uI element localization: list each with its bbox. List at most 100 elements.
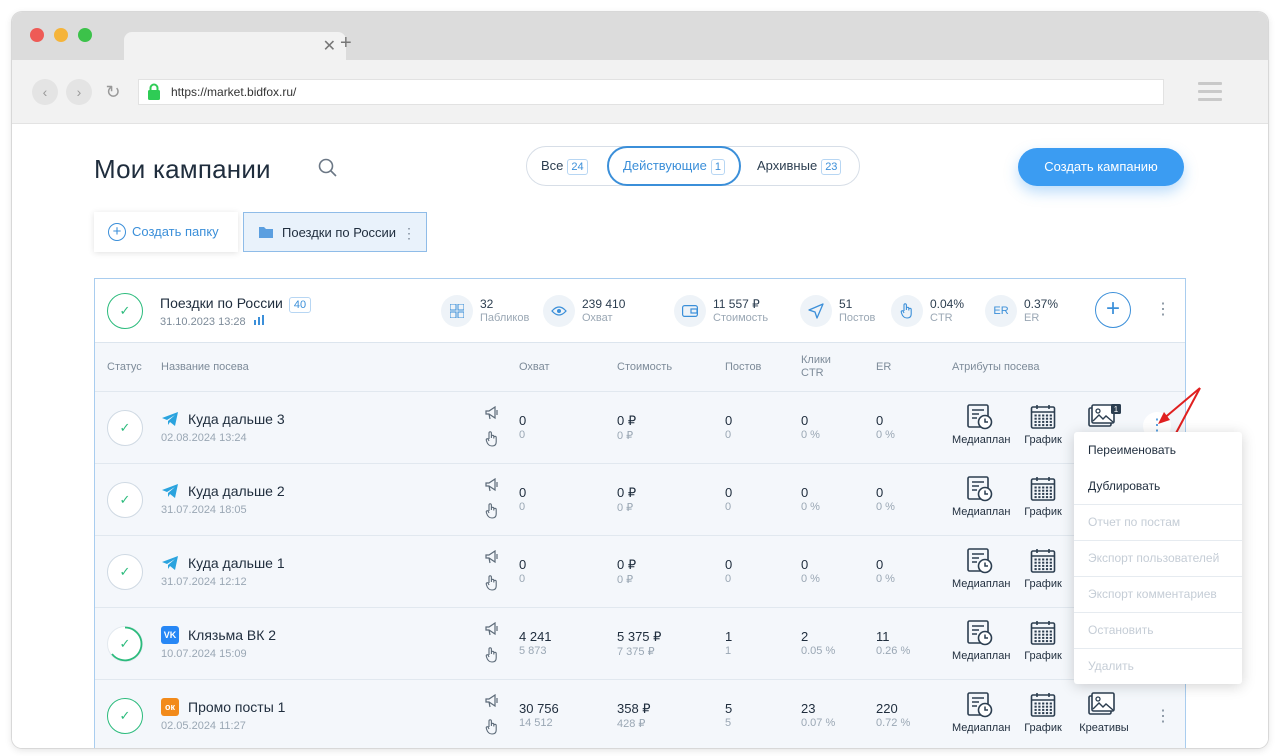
- url-text: https://market.bidfox.ru/: [171, 85, 297, 99]
- minimize-window-icon[interactable]: [54, 28, 68, 42]
- seeding-name[interactable]: Куда дальше 1: [188, 555, 285, 571]
- calendar-icon: [1021, 548, 1065, 574]
- mediaplan-label: Медиаплан: [952, 506, 1011, 518]
- filter-all[interactable]: Все 24: [541, 147, 588, 185]
- cell-er: 0: [876, 557, 884, 572]
- table-row[interactable]: ✓ ок Промо посты 1 02.05.2024 11:27 30 756 14…: [95, 679, 1185, 748]
- folder-icon: [259, 227, 273, 238]
- url-input[interactable]: https://market.bidfox.ru/: [138, 79, 1164, 105]
- cell-er: 0: [876, 413, 884, 428]
- filter-active[interactable]: Действующие 1: [607, 146, 741, 186]
- creatives-label: Креативы: [1079, 722, 1129, 734]
- create-folder-button[interactable]: + Создать папку: [94, 212, 238, 252]
- menu-item[interactable]: Дублировать: [1074, 468, 1242, 504]
- mediaplan-attribute[interactable]: Медиаплан: [952, 404, 1010, 446]
- cell-posts-sub: 5: [725, 717, 732, 729]
- schedule-attribute[interactable]: График: [1021, 404, 1065, 446]
- header-cost: Стоимость: [617, 361, 673, 373]
- browser-titlebar: ✕ +: [12, 12, 1268, 60]
- schedule-attribute[interactable]: График: [1021, 620, 1065, 662]
- filter-archived[interactable]: Архивные 23: [757, 147, 842, 185]
- calendar-icon: [1021, 476, 1065, 502]
- lock-icon: [148, 83, 160, 100]
- menu-item: Экспорт комментариев: [1088, 587, 1217, 601]
- maximize-window-icon[interactable]: [78, 28, 92, 42]
- cell-posts-sub: 0: [725, 573, 732, 585]
- header-name: Название посева: [161, 361, 249, 373]
- cell-posts: 0: [725, 413, 733, 428]
- stat-value: 11 557 ₽: [713, 297, 760, 311]
- cell-clicks-sub: 0 %: [801, 501, 820, 513]
- mediaplan-attribute[interactable]: Медиаплан: [952, 620, 1010, 662]
- new-tab-icon[interactable]: +: [340, 32, 352, 55]
- seeding-name[interactable]: Куда дальше 3: [188, 411, 285, 427]
- cell-cost-sub: 0 ₽: [617, 430, 634, 442]
- click-icon[interactable]: [485, 575, 499, 591]
- seeding-date: 31.07.2024 18:05: [161, 504, 247, 516]
- megaphone-icon[interactable]: [485, 549, 499, 564]
- seeding-name[interactable]: Промо посты 1: [188, 699, 285, 715]
- campaign-more-icon[interactable]: ⋮: [1155, 299, 1171, 319]
- click-icon[interactable]: [485, 719, 499, 735]
- schedule-attribute[interactable]: График: [1021, 692, 1065, 734]
- cell-reach-sub: 0: [519, 501, 526, 513]
- header-clicks: Клики CTR: [801, 354, 831, 380]
- megaphone-icon[interactable]: [485, 477, 499, 492]
- back-icon[interactable]: ‹: [32, 79, 58, 105]
- mediaplan-icon: [952, 692, 1008, 718]
- table-row[interactable]: ✓ Куда дальше 3 02.08.2024 13:24 0 0 0 ₽0 ₽0 0…: [95, 391, 1185, 463]
- browser-menu-icon[interactable]: [1198, 82, 1222, 106]
- mediaplan-label: Медиаплан: [952, 578, 1011, 590]
- menu-item[interactable]: Переименовать: [1074, 432, 1242, 468]
- megaphone-icon[interactable]: [485, 621, 499, 636]
- table-row[interactable]: ✓ Куда дальше 2 31.07.2024 18:05 0 0 0 ₽0 ₽0 0…: [95, 463, 1185, 535]
- creatives-attribute[interactable]: Креативы: [1077, 692, 1131, 734]
- table-row[interactable]: ✓ VK Клязьма ВК 2 10.07.2024 15:09 4 241 5 87…: [95, 607, 1185, 679]
- seeding-date: 31.07.2024 12:12: [161, 576, 247, 588]
- cell-cost-sub: 0 ₽: [617, 574, 634, 586]
- megaphone-icon[interactable]: [485, 693, 499, 708]
- mediaplan-attribute[interactable]: Медиаплан: [952, 548, 1011, 590]
- cell-clicks: 0: [801, 485, 809, 500]
- cell-reach-sub: 0: [519, 573, 526, 585]
- cell-clicks: 23: [801, 701, 816, 716]
- click-icon[interactable]: [485, 503, 499, 519]
- cell-cost: 0 ₽: [617, 557, 637, 572]
- chart-icon[interactable]: [253, 315, 265, 326]
- seeding-date: 10.07.2024 15:09: [161, 648, 247, 660]
- click-icon[interactable]: [485, 431, 499, 447]
- row-more-icon[interactable]: ⋮: [1155, 706, 1171, 726]
- seeding-name[interactable]: Клязьма ВК 2: [188, 627, 276, 643]
- mediaplan-attribute[interactable]: Медиаплан: [952, 476, 1011, 518]
- add-seeding-button[interactable]: +: [1095, 292, 1131, 328]
- click-icon[interactable]: [485, 647, 499, 663]
- forward-icon[interactable]: ›: [66, 79, 92, 105]
- mediaplan-icon: [952, 620, 1008, 646]
- schedule-attribute[interactable]: График: [1021, 548, 1065, 590]
- create-campaign-button[interactable]: Создать кампанию: [1018, 148, 1184, 186]
- folder-chip[interactable]: Поездки по России ⋮: [243, 212, 427, 252]
- cell-posts-sub: 1: [725, 645, 732, 657]
- search-icon[interactable]: [318, 158, 338, 178]
- folder-more-icon[interactable]: ⋮: [402, 213, 416, 253]
- cell-reach-sub: 14 512: [519, 717, 553, 729]
- browser-tab[interactable]: ✕: [124, 32, 346, 60]
- mediaplan-attribute[interactable]: Медиаплан: [952, 692, 1010, 734]
- close-tab-icon[interactable]: ✕: [323, 36, 336, 56]
- cell-posts: 0: [725, 485, 733, 500]
- stat-label: Постов: [839, 312, 876, 324]
- seeding-name[interactable]: Куда дальше 2: [188, 483, 285, 499]
- status-icon: ✓: [107, 410, 143, 446]
- wallet-icon: [674, 295, 706, 327]
- megaphone-icon[interactable]: [485, 405, 499, 420]
- row-side-icons: [485, 549, 501, 596]
- close-window-icon[interactable]: [30, 28, 44, 42]
- schedule-attribute[interactable]: График: [1021, 476, 1065, 518]
- stat-label: ER: [1024, 312, 1040, 324]
- cell-reach: 0: [519, 557, 527, 572]
- reload-icon[interactable]: ↻: [100, 79, 126, 105]
- stat-value: 239 410: [582, 297, 626, 311]
- cell-clicks-sub: 0.05 %: [801, 645, 836, 657]
- status-icon: ✓: [107, 482, 143, 518]
- table-row[interactable]: ✓ Куда дальше 1 31.07.2024 12:12 0 0 0 ₽0 ₽0 0…: [95, 535, 1185, 607]
